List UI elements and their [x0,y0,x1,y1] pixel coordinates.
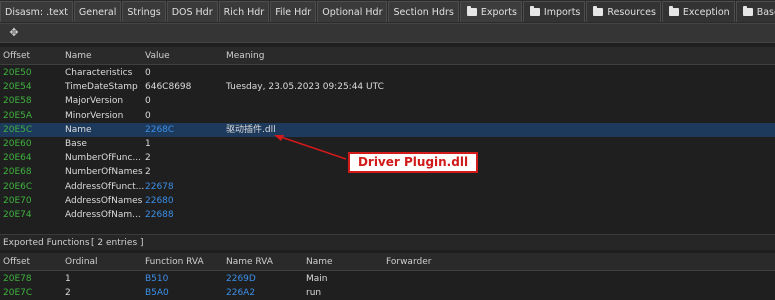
section-count: [ 2 entries ] [91,238,144,248]
meaning-cell: Tuesday, 23.05.2023 09:25:44 UTC [226,82,384,93]
name-cell: NumberOfFunc... [65,153,142,164]
name-cell: NumberOfNames [65,167,143,178]
offset-cell: 20E68 [3,167,32,178]
name-cell: TimeDateStamp [65,82,138,93]
table-row[interactable]: 20E7C 2 B5A0 226A2 run [0,286,775,300]
name-rva-cell[interactable]: 2269D [226,272,256,286]
offset-cell: 20E58 [3,96,32,107]
folder-icon [529,6,540,16]
value-cell: 1 [145,139,151,149]
meaning-cell: 驱动插件.dll [226,124,276,135]
col-offset-header[interactable]: Offset [3,47,30,65]
tab-exports-label: Exports [480,7,517,18]
tab-disasm-text[interactable]: Disasm: .text [0,1,73,22]
offset-cell: 20E7C [3,288,33,298]
col-name-header[interactable]: Name [65,47,92,65]
value-cell: 0 [145,110,151,121]
function-rva-cell[interactable]: B510 [145,272,168,286]
table-row[interactable]: 20E70 AddressOfNames 22680 [0,194,775,208]
offset-cell: 20E74 [3,210,32,220]
tab-strings[interactable]: Strings [122,1,166,22]
name-cell: Base [65,139,87,149]
table-row[interactable]: 20E5A MinorVersion 0 [0,109,775,123]
tab-bar: Disasm: .text General Strings DOS Hdr Ri… [0,0,775,23]
annotation-label: Driver Plugin.dll [348,152,478,173]
col-meaning-header[interactable]: Meaning [226,47,264,65]
ordinal-cell: 2 [65,288,71,298]
function-rva-cell[interactable]: B5A0 [145,286,169,300]
col-name-header[interactable]: Name [306,253,333,271]
move-icon[interactable]: ✥ [8,27,20,39]
col-value-header[interactable]: Value [145,47,170,65]
tab-dos-hdr[interactable]: DOS Hdr [166,1,218,22]
tab-resources-label: Resources [607,7,656,18]
export-dir-header: Offset Name Value Meaning [0,47,775,65]
name-cell: Name [65,124,92,135]
name-cell: AddressOfNam... [65,210,141,220]
folder-icon [593,6,604,16]
table-row[interactable]: 20E5C Name 2268C 驱动插件.dll [0,122,775,137]
value-cell: 2 [145,167,151,178]
tab-imports-label: Imports [543,7,581,18]
col-function-rva-header[interactable]: Function RVA [145,253,204,271]
exported-functions-header: Offset Ordinal Function RVA Name RVA Nam… [0,253,775,271]
offset-cell: 20E70 [3,195,32,206]
offset-cell: 20E5C [3,124,33,135]
tab-imports[interactable]: Imports [522,1,586,22]
tab-exports[interactable]: Exports [459,1,522,22]
value-cell: 646C8698 [145,82,192,93]
tab-rich-hdr[interactable]: Rich Hdr [218,1,270,22]
toolbar: ✥ [0,23,775,43]
tab-exception-label: Exception [682,7,730,18]
table-row[interactable]: 20E6C AddressOfFunct... 22678 [0,180,775,194]
function-name-cell: Main [306,274,328,284]
table-row[interactable]: 20E74 AddressOfNam... 22688 [0,208,775,222]
tab-section-hdrs[interactable]: Section Hdrs [388,1,459,22]
offset-cell: 20E78 [3,274,32,284]
function-name-cell: run [306,288,322,298]
col-name-rva-header[interactable]: Name RVA [226,253,273,271]
table-row[interactable]: 20E78 1 B510 2269D Main [0,272,775,286]
tab-optional-hdr[interactable]: Optional Hdr [317,1,388,22]
name-cell: Characteristics [65,68,133,78]
table-row[interactable]: 20E58 MajorVersion 0 [0,94,775,108]
table-row[interactable]: 20E50 Characteristics 0 [0,66,775,80]
offset-cell: 20E64 [3,153,32,164]
value-cell: 0 [145,96,151,107]
tab-exception[interactable]: Exception [661,1,735,22]
offset-cell: 20E54 [3,82,32,93]
table-row[interactable]: 20E60 Base 1 [0,137,775,151]
value-cell[interactable]: 22680 [145,194,174,208]
value-cell: 0 [145,68,151,78]
table-row[interactable]: 20E54 TimeDateStamp 646C8698 Tuesday, 23.05… [0,80,775,94]
tab-basereloc-label: BaseReloc [756,7,775,18]
ordinal-cell: 1 [65,274,71,284]
value-cell: 2 [145,153,151,164]
offset-cell: 20E60 [3,139,32,149]
name-rva-cell[interactable]: 226A2 [226,286,255,300]
offset-cell: 20E5A [3,110,33,121]
value-cell[interactable]: 2268C [145,123,174,137]
name-cell: AddressOfNames [65,195,143,206]
offset-cell: 20E6C [3,181,33,192]
col-offset-header[interactable]: Offset [3,253,30,271]
value-cell[interactable]: 22688 [145,208,174,222]
section-title-text: Exported Functions [3,238,90,248]
name-cell: MinorVersion [65,110,124,121]
value-cell[interactable]: 22678 [145,180,174,194]
tab-resources[interactable]: Resources [586,1,661,22]
folder-icon [742,6,753,16]
tab-basereloc[interactable]: BaseReloc [735,1,775,22]
exported-functions-title: Exported Functions [ 2 entries ] [0,234,775,250]
name-cell: AddressOfFunct... [65,181,145,192]
offset-cell: 20E50 [3,68,32,78]
folder-icon [668,6,679,16]
col-forwarder-header[interactable]: Forwarder [386,253,431,271]
col-ordinal-header[interactable]: Ordinal [65,253,98,271]
tab-general[interactable]: General [73,1,122,22]
tab-file-hdr[interactable]: File Hdr [270,1,317,22]
folder-icon [466,6,477,16]
name-cell: MajorVersion [65,96,124,107]
